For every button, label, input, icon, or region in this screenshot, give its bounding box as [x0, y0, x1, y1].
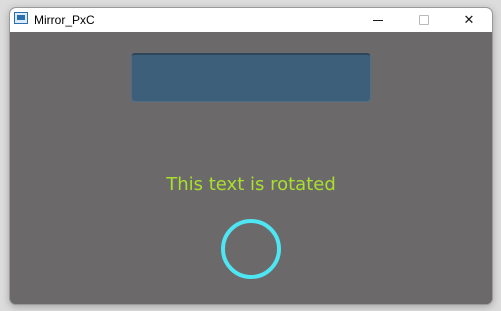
window-title: Mirror_PxC	[34, 13, 95, 27]
blue-rectangle-panel	[131, 53, 371, 102]
close-button[interactable]: ✕	[446, 8, 492, 32]
minimize-icon	[373, 19, 383, 21]
title-bar[interactable]: Mirror_PxC ✕	[10, 8, 492, 32]
app-window-icon	[14, 12, 28, 24]
app-window: Mirror_PxC ✕ This text is rotated	[9, 7, 493, 305]
close-icon: ✕	[463, 12, 475, 28]
rotated-text-label: This text is rotated	[166, 174, 336, 195]
maximize-button[interactable]	[401, 8, 447, 32]
cyan-circle-ring	[221, 219, 281, 279]
minimize-button[interactable]	[355, 8, 401, 32]
maximize-icon	[419, 15, 429, 25]
client-area: This text is rotated	[10, 32, 492, 304]
